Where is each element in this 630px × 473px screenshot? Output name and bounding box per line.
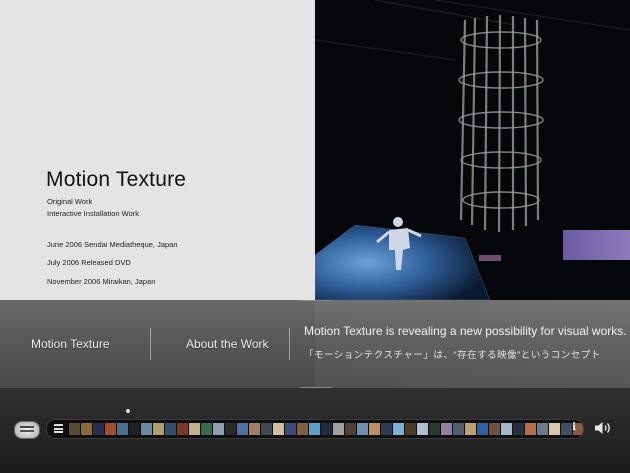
navigation-band: Motion Texture About the Work Motion Tex…	[0, 300, 630, 388]
thumbnail[interactable]	[153, 423, 164, 435]
event-item: July 2006 Released DVD	[47, 258, 131, 267]
thumbnail[interactable]	[285, 423, 296, 435]
thumbnail[interactable]	[381, 423, 392, 435]
drag-handle-top[interactable]	[300, 300, 332, 301]
installation-photo	[315, 0, 630, 300]
thumbnail[interactable]	[477, 423, 488, 435]
band-photo-overlay	[315, 300, 630, 388]
tab-motion-texture[interactable]: Motion Texture	[31, 337, 110, 351]
thumbnail[interactable]	[189, 423, 200, 435]
tab-divider	[150, 328, 151, 360]
work-info-panel: Motion Texture Original Work Interactive…	[0, 0, 315, 300]
thumbnail[interactable]	[549, 423, 560, 435]
thumbnail[interactable]	[333, 423, 344, 435]
tab-about-the-work[interactable]: About the Work	[186, 337, 269, 351]
thumbnail[interactable]	[321, 423, 332, 435]
installation-photo-drawing	[315, 0, 630, 300]
thumbnail[interactable]	[357, 423, 368, 435]
thumbnail[interactable]	[489, 423, 500, 435]
thumbnail[interactable]	[309, 423, 320, 435]
thumbnail-list	[69, 423, 583, 435]
speaker-icon[interactable]	[594, 421, 612, 435]
description-japanese: 「モーションテクスチャー」は、“存在する映像”というコンセプト	[304, 350, 601, 361]
info-icon[interactable]: i	[572, 422, 576, 433]
work-title: Motion Texture	[46, 168, 187, 191]
tab-divider	[289, 328, 290, 360]
thumbnail[interactable]	[93, 423, 104, 435]
thumbnail[interactable]	[213, 423, 224, 435]
thumbnail[interactable]	[441, 423, 452, 435]
thumbnail[interactable]	[417, 423, 428, 435]
thumbnail[interactable]	[393, 423, 404, 435]
thumbnail[interactable]	[513, 423, 524, 435]
thumbnail[interactable]	[273, 423, 284, 435]
thumbnail[interactable]	[501, 423, 512, 435]
thumbnail[interactable]	[405, 423, 416, 435]
thumbnail[interactable]	[561, 423, 572, 435]
list-icon[interactable]	[54, 424, 63, 433]
thumbnail[interactable]	[69, 423, 80, 435]
thumbnail[interactable]	[537, 423, 548, 435]
thumbnail[interactable]	[369, 423, 380, 435]
event-item: November 2006 Miraikan, Japan	[47, 277, 156, 286]
thumbnail[interactable]	[201, 423, 212, 435]
thumbnail[interactable]	[261, 423, 272, 435]
thumbnail[interactable]	[129, 423, 140, 435]
thumbnail[interactable]	[141, 423, 152, 435]
work-subtitle-1: Original Work	[47, 197, 93, 206]
thumbnail[interactable]	[249, 423, 260, 435]
thumbnail[interactable]	[117, 423, 128, 435]
thumbnail[interactable]	[345, 423, 356, 435]
tvml-logo-icon[interactable]	[14, 421, 40, 439]
thumbnail[interactable]	[225, 423, 236, 435]
thumbnail[interactable]	[453, 423, 464, 435]
thumbnail[interactable]	[429, 423, 440, 435]
thumbnail[interactable]	[237, 423, 248, 435]
thumbnail[interactable]	[465, 423, 476, 435]
thumbnail[interactable]	[525, 423, 536, 435]
description-english: Motion Texture is revealing a new possib…	[304, 324, 630, 338]
thumbnail-strip[interactable]: i	[46, 419, 584, 439]
thumbnail[interactable]	[297, 423, 308, 435]
thumbnail[interactable]	[105, 423, 116, 435]
event-item: June 2006 Sendai Mediatheque, Japan	[47, 240, 178, 249]
thumbnail[interactable]	[165, 423, 176, 435]
thumbnail[interactable]	[177, 423, 188, 435]
thumbnail[interactable]	[81, 423, 92, 435]
work-subtitle-2: Interactive Installation Work	[47, 209, 139, 218]
bottom-toolbar: i	[0, 388, 630, 473]
current-position-indicator	[126, 409, 130, 413]
